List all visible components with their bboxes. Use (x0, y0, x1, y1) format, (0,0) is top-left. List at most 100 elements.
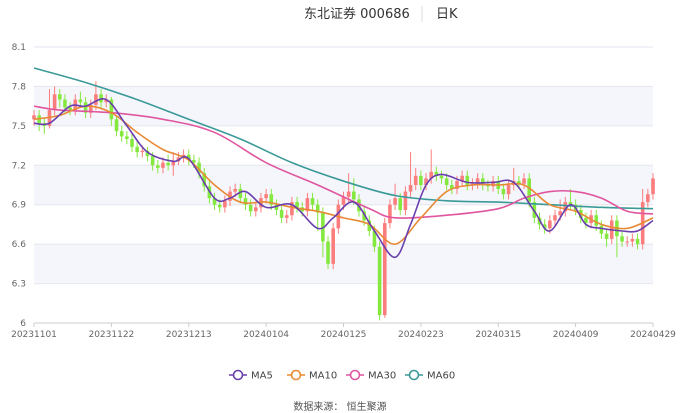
legend: MA5 MA10 MA30 MA60 (229, 369, 455, 382)
legend-circle-icon (408, 369, 420, 381)
candle-body (625, 241, 630, 243)
y-tick-label: 7.8 (12, 82, 27, 92)
candle-body (413, 175, 418, 185)
candle-body (130, 139, 134, 147)
candle-body (248, 204, 253, 212)
candle-body (78, 99, 83, 103)
candle-body (635, 238, 640, 245)
candle-body (166, 162, 170, 166)
candle-body (444, 178, 449, 185)
candle-body (52, 94, 57, 111)
candle-body (254, 207, 258, 212)
candle-body (233, 188, 237, 192)
legend-circle-icon (349, 369, 361, 381)
candle-body (465, 175, 470, 185)
candle-body (326, 241, 330, 264)
legend-label: MA60 (427, 371, 455, 382)
x-tick-label: 20240315 (475, 330, 521, 340)
x-tick-label: 20231213 (166, 330, 212, 340)
candle-body (527, 178, 531, 203)
candle-body (156, 165, 160, 168)
candle-body (284, 215, 289, 218)
candle-body (522, 178, 526, 184)
legend-item-ma5[interactable]: MA5 (229, 369, 273, 382)
candle-body (630, 238, 635, 242)
candle-body (501, 188, 506, 195)
legend-label: MA30 (368, 371, 396, 382)
background-bands (34, 86, 653, 284)
candle-body (310, 198, 315, 205)
background-band (34, 86, 653, 126)
candle-body (161, 162, 165, 168)
x-tick-label: 20231101 (11, 330, 57, 340)
candle-body (594, 215, 599, 226)
candle-body (114, 119, 119, 132)
background-band (34, 244, 653, 284)
y-tick-label: 8.1 (12, 43, 26, 53)
candle-up (382, 217, 387, 318)
candle-body (331, 228, 335, 264)
legend-item-ma10[interactable]: MA10 (287, 369, 337, 382)
data-source: 数据来源： 恒生聚源 (293, 400, 386, 413)
x-tick-label: 20240409 (553, 330, 599, 340)
candle-body (264, 194, 268, 199)
y-tick-label: 6 (20, 319, 26, 329)
legend-circle-icon (290, 369, 302, 381)
candle-body (68, 107, 72, 111)
candle-down (145, 146, 150, 162)
candle-down (125, 131, 129, 145)
candle-body (604, 233, 609, 239)
candle-body (377, 246, 382, 316)
candle-body (599, 225, 604, 234)
candle-body (150, 156, 155, 166)
candle-body (346, 191, 351, 197)
candle-body (651, 178, 655, 195)
candle-body (403, 191, 408, 210)
candle-body (135, 146, 139, 153)
y-tick-label: 7.5 (12, 122, 26, 132)
candle-body (125, 136, 129, 139)
candle-body (408, 185, 413, 192)
candle-body (57, 94, 62, 100)
candle-body (223, 200, 227, 208)
candle-body (553, 215, 557, 221)
x-tick-label: 20240125 (321, 330, 367, 340)
y-tick-label: 7.2 (12, 161, 26, 171)
chart-title: 东北证券 000686 (304, 6, 410, 22)
candle-up (331, 223, 335, 270)
candle-up (284, 209, 289, 224)
candle-body (620, 236, 624, 242)
candle-down (279, 204, 284, 224)
x-tick-label: 20240429 (630, 330, 676, 340)
candle-body (217, 204, 222, 208)
legend-label: MA5 (251, 371, 273, 382)
candle-body (279, 209, 284, 218)
legend-label: MA10 (309, 371, 337, 382)
candle-body (393, 198, 397, 205)
legend-item-ma60[interactable]: MA60 (405, 369, 455, 382)
x-tick-label: 20240223 (398, 330, 444, 340)
x-tick-label: 20231122 (88, 330, 134, 340)
candle-body (419, 175, 423, 185)
candle-body (398, 198, 403, 210)
candle-down (119, 125, 124, 142)
candle-body (646, 194, 650, 203)
candle-body (140, 150, 145, 153)
y-tick-label: 6.9 (12, 201, 27, 211)
candle-down (130, 133, 134, 153)
x-axis-ticks: 20231101 20231122 20231213 20240104 20240125… (11, 323, 676, 340)
x-tick-label: 20240104 (243, 330, 289, 340)
candle-down (377, 241, 382, 321)
candle-body (388, 204, 392, 224)
candle-body (119, 131, 124, 137)
candle-down (135, 141, 139, 158)
legend-item-ma30[interactable]: MA30 (346, 369, 396, 382)
candle-body (352, 191, 356, 200)
candle-body (548, 220, 552, 229)
candlestick-chart: 东北证券 000686 日K 8.1 7.8 7.5 7.2 6.9 6.6 6.3 6 20… (11, 6, 676, 413)
candle-body (506, 185, 511, 195)
period-label[interactable]: 日K (436, 7, 458, 22)
candle-body (63, 99, 67, 108)
candle-body (439, 175, 444, 179)
y-tick-label: 6.3 (12, 280, 26, 290)
